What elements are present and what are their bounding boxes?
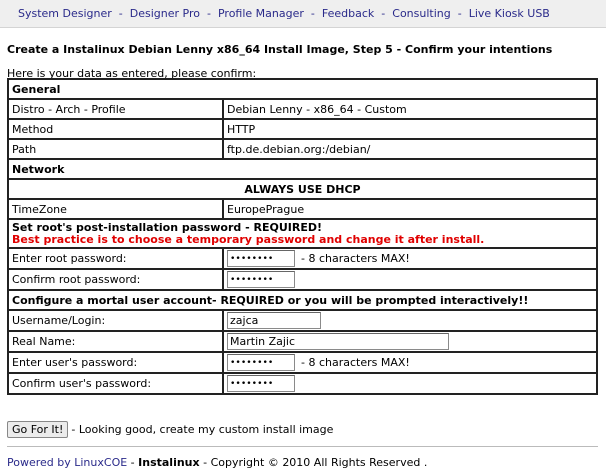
row-value: HTTP [223, 119, 597, 139]
root-password-advice: Best practice is to choose a temporary p… [12, 233, 485, 246]
page-title: Create a Instalinux Debian Lenny x86_64 … [7, 43, 553, 56]
table-row: Distro - Arch - Profile Debian Lenny - x… [8, 99, 597, 119]
table-row: Method HTTP [8, 119, 597, 139]
root-confirm-cell [223, 269, 597, 290]
powered-by-link[interactable]: Powered by LinuxCOE [7, 456, 127, 469]
nav-separator: - [310, 7, 315, 20]
row-label: Method [8, 119, 223, 139]
root-password-cell: - 8 characters MAX! [223, 248, 597, 269]
timezone-label: TimeZone [8, 199, 223, 219]
submit-message: - Looking good, create my custom install… [71, 423, 334, 436]
login-cell [223, 310, 597, 331]
root-password-label: Enter root password: [8, 248, 223, 269]
top-navigation: System Designer - Designer Pro - Profile Man… [0, 0, 606, 28]
footer-separator: - [127, 456, 139, 469]
username-input[interactable] [227, 312, 321, 329]
nav-link-designer-pro[interactable]: Designer Pro [130, 7, 200, 20]
row-label: Path [8, 139, 223, 159]
root-password-hint: - 8 characters MAX! [301, 251, 410, 265]
root-confirm-label: Confirm root password: [8, 269, 223, 290]
root-confirm-password-input[interactable] [227, 271, 295, 288]
user-confirm-password-input[interactable] [227, 375, 295, 392]
user-password-cell: - 8 characters MAX! [223, 352, 597, 373]
nav-separator: - [381, 7, 386, 20]
realname-label: Real Name: [8, 331, 223, 352]
table-row: Confirm user's password: [8, 373, 597, 394]
footer-copyright: - Copyright © 2010 All Rights Reserved . [199, 456, 428, 469]
footer-divider [7, 446, 598, 447]
nav-separator: - [457, 7, 462, 20]
user-password-hint: - 8 characters MAX! [301, 355, 410, 369]
user-password-input[interactable] [227, 354, 295, 371]
section-root-password: Set root's post-installation password - … [8, 219, 597, 248]
dhcp-notice: ALWAYS USE DHCP [8, 179, 597, 199]
login-label: Username/Login: [8, 310, 223, 331]
footer-brand: Instalinux [138, 456, 200, 469]
real-name-input[interactable] [227, 333, 449, 350]
section-heading-network: Network [8, 159, 597, 179]
table-row: Username/Login: [8, 310, 597, 331]
submit-row: Go For It! - Looking good, create my cust… [7, 421, 333, 438]
user-password-label: Enter user's password: [8, 352, 223, 373]
table-row: Real Name: [8, 331, 597, 352]
row-value: Debian Lenny - x86_64 - Custom [223, 99, 597, 119]
nav-link-consulting[interactable]: Consulting [392, 7, 450, 20]
realname-cell [223, 331, 597, 352]
go-for-it-button[interactable]: Go For It! [7, 421, 69, 438]
table-row: TimeZone EuropePrague [8, 199, 597, 219]
timezone-value: EuropePrague [223, 199, 597, 219]
root-password-input[interactable] [227, 250, 295, 267]
nav-link-feedback[interactable]: Feedback [322, 7, 374, 20]
nav-link-live-kiosk-usb[interactable]: Live Kiosk USB [469, 7, 550, 20]
table-row: Confirm root password: [8, 269, 597, 290]
section-heading-user: Configure a mortal user account- REQUIRE… [8, 290, 597, 310]
nav-separator: - [207, 7, 211, 20]
nav-link-system-designer[interactable]: System Designer [18, 7, 112, 20]
section-heading-general: General [8, 79, 597, 99]
user-confirm-cell [223, 373, 597, 394]
table-row: Enter root password: - 8 characters MAX! [8, 248, 597, 269]
row-value: ftp.de.debian.org:/debian/ [223, 139, 597, 159]
row-label: Distro - Arch - Profile [8, 99, 223, 119]
nav-separator: - [118, 7, 123, 20]
table-row: Enter user's password: - 8 characters MA… [8, 352, 597, 373]
user-confirm-label: Confirm user's password: [8, 373, 223, 394]
footer: Powered by LinuxCOE - Instalinux - Copyr… [7, 456, 427, 469]
confirmation-table: General Distro - Arch - Profile Debian L… [7, 78, 598, 395]
nav-links: System Designer - Designer Pro - Profile Man… [18, 7, 550, 20]
nav-link-profile-manager[interactable]: Profile Manager [218, 7, 304, 20]
table-row: Path ftp.de.debian.org:/debian/ [8, 139, 597, 159]
